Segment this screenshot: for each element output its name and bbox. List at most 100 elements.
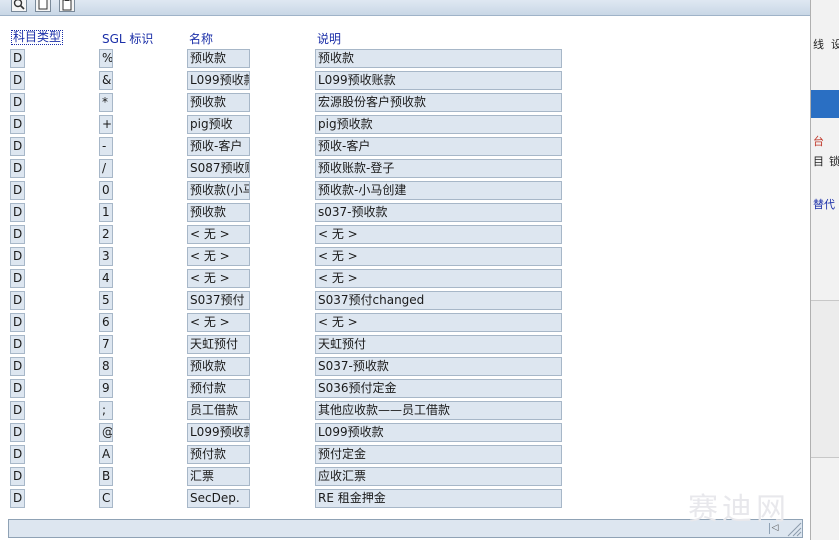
cell-sgl-indicator[interactable]: / <box>99 159 113 178</box>
header-name[interactable]: 名称 <box>189 30 213 47</box>
cell-account-type[interactable]: D <box>10 181 25 200</box>
cell-name[interactable]: L099预收款 <box>187 71 250 90</box>
bg-link-text[interactable]: 替代 <box>813 196 835 212</box>
table-row[interactable]: D @ L099预收款 L099预收款 <box>0 423 600 442</box>
table-row[interactable]: D / S087预收账 预收账款-登子 <box>0 159 600 178</box>
cell-description[interactable]: 其他应收款——员工借款 <box>315 401 562 420</box>
table-row[interactable]: D; 员工借款 其他应收款——员工借款 <box>0 401 600 420</box>
cell-sgl-indicator[interactable]: @ <box>99 423 113 442</box>
cell-sgl-indicator[interactable]: + <box>99 115 113 134</box>
cell-description[interactable]: L099预收款 <box>315 423 562 442</box>
cell-account-type[interactable]: D <box>10 71 25 90</box>
cell-name[interactable]: S087预收账 <box>187 159 250 178</box>
cell-description[interactable]: 预收款-小马创建 <box>315 181 562 200</box>
cell-sgl-indicator[interactable]: C <box>99 489 113 508</box>
table-row[interactable]: D 0 预收款(小马 预收款-小马创建 <box>0 181 600 200</box>
cell-sgl-indicator[interactable]: ; <box>99 401 113 420</box>
cell-account-type[interactable]: D <box>10 225 25 244</box>
document-icon[interactable] <box>35 0 51 12</box>
cell-name[interactable]: 预收款 <box>187 93 250 112</box>
cell-account-type[interactable]: D <box>10 159 25 178</box>
cell-name[interactable]: 预付款 <box>187 445 250 464</box>
header-description[interactable]: 说明 <box>317 30 341 47</box>
cell-description[interactable]: 预收款 <box>315 49 562 68</box>
cell-sgl-indicator[interactable]: % <box>99 49 113 68</box>
cell-sgl-indicator[interactable]: 1 <box>99 203 113 222</box>
cell-name[interactable]: < 无 > <box>187 313 250 332</box>
cell-name[interactable]: 汇票 <box>187 467 250 486</box>
cell-name[interactable]: 员工借款 <box>187 401 250 420</box>
table-row[interactable]: D 9 预付款 S036预付定金 <box>0 379 600 398</box>
cell-sgl-indicator[interactable]: 0 <box>99 181 113 200</box>
cell-description[interactable]: 宏源股份客户预收款 <box>315 93 562 112</box>
cell-sgl-indicator[interactable]: 2 <box>99 225 113 244</box>
cell-description[interactable]: 预收账款-登子 <box>315 159 562 178</box>
cell-description[interactable]: pig预收款 <box>315 115 562 134</box>
table-row[interactable]: D 6 < 无 > < 无 > <box>0 313 600 332</box>
cell-name[interactable]: 预付款 <box>187 379 250 398</box>
table-row[interactable]: D C SecDep. RE 租金押金 <box>0 489 600 508</box>
table-row[interactable]: D 8 预收款 S037-预收款 <box>0 357 600 376</box>
header-account-type[interactable]: 科目类型 <box>11 30 64 45</box>
cell-account-type[interactable]: D <box>10 203 25 222</box>
cell-sgl-indicator[interactable]: 4 <box>99 269 113 288</box>
cell-account-type[interactable]: D <box>10 489 25 508</box>
cell-account-type[interactable]: D <box>10 247 25 266</box>
cell-name[interactable]: 预收款 <box>187 357 250 376</box>
table-row[interactable]: D 3 < 无 > < 无 > <box>0 247 600 266</box>
find-icon[interactable] <box>11 0 27 12</box>
cell-sgl-indicator[interactable]: * <box>99 93 113 112</box>
cell-name[interactable]: 预收款 <box>187 49 250 68</box>
cell-name[interactable]: 预收款 <box>187 203 250 222</box>
cell-name[interactable]: < 无 > <box>187 247 250 266</box>
cell-account-type[interactable]: D <box>10 423 25 442</box>
cell-sgl-indicator[interactable]: 5 <box>99 291 113 310</box>
cell-sgl-indicator[interactable]: 7 <box>99 335 113 354</box>
cell-sgl-indicator[interactable]: - <box>99 137 113 156</box>
cell-description[interactable]: < 无 > <box>315 313 562 332</box>
cell-sgl-indicator[interactable]: & <box>99 71 113 90</box>
cell-account-type[interactable]: D <box>10 467 25 486</box>
table-row[interactable]: D * 预收款 宏源股份客户预收款 <box>0 93 600 112</box>
cell-name[interactable]: 预收-客户 <box>187 137 250 156</box>
cell-name[interactable]: pig预收 <box>187 115 250 134</box>
cell-description[interactable]: < 无 > <box>315 225 562 244</box>
header-sgl-indicator[interactable]: SGL 标识 <box>102 30 153 47</box>
cell-description[interactable]: s037-预收款 <box>315 203 562 222</box>
cell-description[interactable]: S037-预收款 <box>315 357 562 376</box>
cell-description[interactable]: < 无 > <box>315 269 562 288</box>
cell-account-type[interactable]: D <box>10 115 25 134</box>
cell-name[interactable]: 预收款(小马 <box>187 181 250 200</box>
cell-name[interactable]: < 无 > <box>187 269 250 288</box>
cell-name[interactable]: SecDep. <box>187 489 250 508</box>
cell-sgl-indicator[interactable]: A <box>99 445 113 464</box>
cell-description[interactable]: 预收-客户 <box>315 137 562 156</box>
cell-account-type[interactable]: D <box>10 445 25 464</box>
table-row[interactable]: D 1 预收款 s037-预收款 <box>0 203 600 222</box>
cell-description[interactable]: 预付定金 <box>315 445 562 464</box>
table-row[interactable]: D 2 < 无 > < 无 > <box>0 225 600 244</box>
cell-account-type[interactable]: D <box>10 313 25 332</box>
cell-description[interactable]: 天虹预付 <box>315 335 562 354</box>
cell-account-type[interactable]: D <box>10 335 25 354</box>
cell-account-type[interactable]: D <box>10 137 25 156</box>
cell-description[interactable]: 应收汇票 <box>315 467 562 486</box>
cell-name[interactable]: S037预付 <box>187 291 250 310</box>
cell-name[interactable]: 天虹预付 <box>187 335 250 354</box>
cell-sgl-indicator[interactable]: 9 <box>99 379 113 398</box>
cell-account-type[interactable]: D <box>10 379 25 398</box>
cell-sgl-indicator[interactable]: 6 <box>99 313 113 332</box>
cell-description[interactable]: S037预付changed <box>315 291 562 310</box>
table-row[interactable]: D - 预收-客户 预收-客户 <box>0 137 600 156</box>
table-row[interactable]: D A 预付款 预付定金 <box>0 445 600 464</box>
table-row[interactable]: D 5 S037预付 S037预付changed <box>0 291 600 310</box>
cell-account-type[interactable]: D <box>10 269 25 288</box>
table-row[interactable]: D 4 < 无 > < 无 > <box>0 269 600 288</box>
cell-account-type[interactable]: D <box>10 93 25 112</box>
cell-description[interactable]: RE 租金押金 <box>315 489 562 508</box>
cell-name[interactable]: < 无 > <box>187 225 250 244</box>
cell-account-type[interactable]: D <box>10 401 25 420</box>
cell-description[interactable]: L099预收账款 <box>315 71 562 90</box>
cell-sgl-indicator[interactable]: 8 <box>99 357 113 376</box>
table-row[interactable]: D & L099预收款 L099预收账款 <box>0 71 600 90</box>
